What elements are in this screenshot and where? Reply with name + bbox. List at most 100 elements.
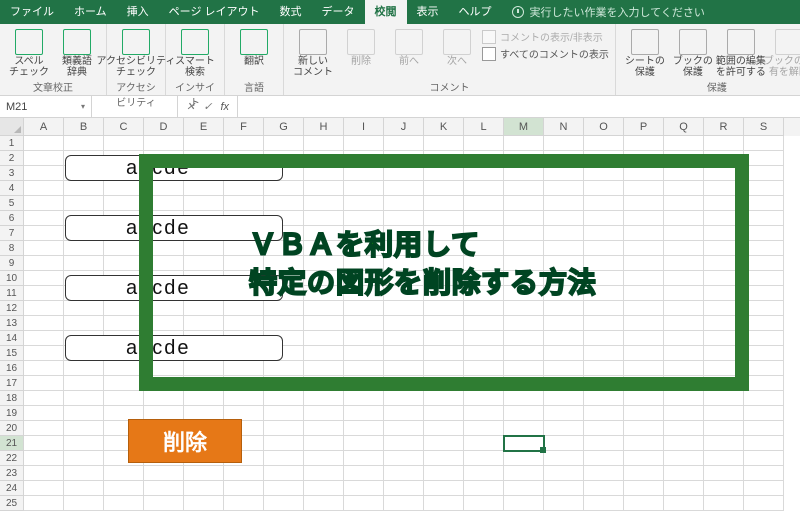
thesaurus-button[interactable]: 類義語 辞典 [54, 27, 100, 78]
tab-help[interactable]: ヘルプ [449, 0, 502, 24]
cell[interactable] [464, 421, 504, 436]
tab-formulas[interactable]: 数式 [270, 0, 312, 24]
column-header[interactable]: E [184, 118, 224, 136]
row-header[interactable]: 18 [0, 391, 24, 406]
cell[interactable] [64, 436, 104, 451]
cell[interactable] [504, 466, 544, 481]
cell[interactable] [504, 421, 544, 436]
cell[interactable] [24, 361, 64, 376]
insert-function-icon[interactable]: fx [220, 101, 229, 113]
cell[interactable] [624, 136, 664, 151]
cell[interactable] [304, 466, 344, 481]
cell[interactable] [544, 406, 584, 421]
cell[interactable] [504, 481, 544, 496]
spell-check-button[interactable]: スペル チェック [6, 27, 52, 78]
column-header[interactable]: O [584, 118, 624, 136]
cell[interactable] [144, 391, 184, 406]
cell[interactable] [744, 481, 784, 496]
cell[interactable] [264, 436, 304, 451]
cell[interactable] [24, 331, 64, 346]
cell[interactable] [584, 391, 624, 406]
cell[interactable] [464, 496, 504, 511]
cell[interactable] [104, 496, 144, 511]
cell[interactable] [24, 376, 64, 391]
cell[interactable] [104, 361, 144, 376]
cell[interactable] [24, 496, 64, 511]
column-header[interactable]: B [64, 118, 104, 136]
row-header[interactable]: 14 [0, 331, 24, 346]
cell[interactable] [384, 136, 424, 151]
row-header[interactable]: 11 [0, 286, 24, 301]
cell[interactable] [744, 226, 784, 241]
select-all-cells[interactable] [0, 118, 24, 136]
tab-home[interactable]: ホーム [64, 0, 117, 24]
accessibility-check-button[interactable]: アクセシビリティ チェック [113, 27, 159, 78]
cell[interactable] [384, 451, 424, 466]
cell[interactable] [224, 391, 264, 406]
cell[interactable] [704, 421, 744, 436]
cell[interactable] [744, 451, 784, 466]
column-header[interactable]: F [224, 118, 264, 136]
cell[interactable] [544, 391, 584, 406]
cell[interactable] [304, 481, 344, 496]
cell[interactable] [504, 496, 544, 511]
cell[interactable] [664, 496, 704, 511]
cell[interactable] [64, 181, 104, 196]
cell[interactable] [584, 406, 624, 421]
tab-page-layout[interactable]: ページ レイアウト [159, 0, 270, 24]
cell[interactable] [744, 301, 784, 316]
cell[interactable] [624, 391, 664, 406]
cell[interactable] [624, 481, 664, 496]
row-header[interactable]: 7 [0, 226, 24, 241]
cell[interactable] [624, 451, 664, 466]
cell[interactable] [384, 421, 424, 436]
cell[interactable] [384, 496, 424, 511]
cell[interactable] [144, 481, 184, 496]
cell[interactable] [104, 466, 144, 481]
cell[interactable] [104, 316, 144, 331]
cell[interactable] [664, 466, 704, 481]
cell[interactable] [184, 136, 224, 151]
cell[interactable] [744, 391, 784, 406]
cell[interactable] [344, 406, 384, 421]
cell[interactable] [584, 496, 624, 511]
cell[interactable] [424, 466, 464, 481]
cell[interactable] [664, 451, 704, 466]
cell[interactable] [464, 466, 504, 481]
column-header[interactable]: K [424, 118, 464, 136]
cell[interactable] [424, 406, 464, 421]
cell[interactable] [704, 391, 744, 406]
cell[interactable] [264, 406, 304, 421]
row-header[interactable]: 15 [0, 346, 24, 361]
column-header[interactable]: Q [664, 118, 704, 136]
cell[interactable] [704, 466, 744, 481]
cell[interactable] [744, 241, 784, 256]
cell[interactable] [64, 421, 104, 436]
cell[interactable] [24, 166, 64, 181]
cell[interactable] [344, 496, 384, 511]
cell[interactable] [264, 421, 304, 436]
cell[interactable] [464, 451, 504, 466]
cell[interactable] [384, 391, 424, 406]
column-header[interactable]: M [504, 118, 544, 136]
cell[interactable] [744, 196, 784, 211]
cell[interactable] [744, 406, 784, 421]
cell[interactable] [64, 256, 104, 271]
cell[interactable] [744, 256, 784, 271]
cell[interactable] [544, 481, 584, 496]
cell[interactable] [424, 436, 464, 451]
row-header[interactable]: 1 [0, 136, 24, 151]
row-header[interactable]: 4 [0, 181, 24, 196]
row-header[interactable]: 20 [0, 421, 24, 436]
column-header[interactable]: L [464, 118, 504, 136]
new-comment-button[interactable]: 新しい コメント [290, 27, 336, 78]
protect-sheet-button[interactable]: シートの 保護 [622, 27, 668, 78]
cell[interactable] [744, 286, 784, 301]
row-header[interactable]: 10 [0, 271, 24, 286]
cell[interactable] [464, 406, 504, 421]
cell[interactable] [224, 481, 264, 496]
column-header[interactable]: N [544, 118, 584, 136]
cell[interactable] [304, 406, 344, 421]
protect-workbook-button[interactable]: ブックの 保護 [670, 27, 716, 78]
cell[interactable] [64, 136, 104, 151]
